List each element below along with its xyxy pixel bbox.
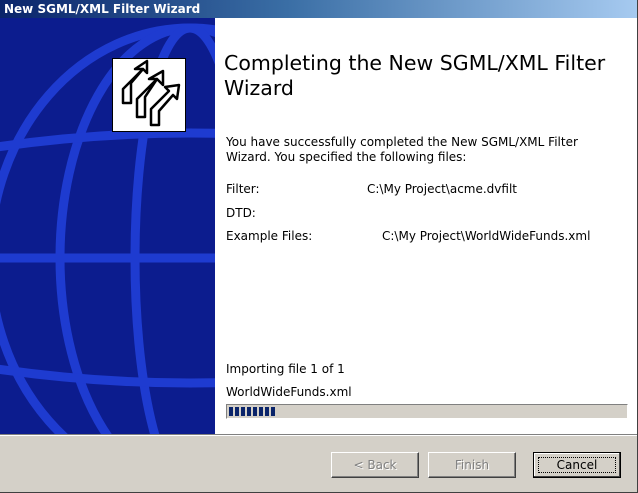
example-files-label: Example Files: <box>226 229 313 243</box>
title-bar[interactable]: New SGML/XML Filter Wizard <box>0 0 637 18</box>
back-button[interactable]: < Back <box>331 452 419 478</box>
cancel-button-label: Cancel <box>556 458 598 472</box>
progress-status: Importing file 1 of 1 <box>226 362 345 376</box>
example-files-path: C:\My Project\WorldWideFunds.xml <box>382 229 591 243</box>
finish-button[interactable]: Finish <box>428 452 516 478</box>
dtd-label: DTD: <box>226 206 256 220</box>
filter-path: C:\My Project\acme.dvfilt <box>367 182 517 196</box>
window-title: New SGML/XML Filter Wizard <box>4 2 201 16</box>
footer-separator <box>0 434 637 436</box>
wizard-window: New SGML/XML Filter Wizard Completing th… <box>0 0 638 493</box>
page-title: Completing the New SGML/XML Filter Wizar… <box>224 51 606 100</box>
finish-button-label: Finish <box>454 458 490 472</box>
wizard-banner <box>0 18 215 434</box>
content-panel: Completing the New SGML/XML Filter Wizar… <box>215 18 637 434</box>
filter-label: Filter: <box>226 182 260 196</box>
cancel-button[interactable]: Cancel <box>533 452 621 478</box>
wizard-arrows-icon <box>112 58 186 132</box>
progress-bar <box>226 404 628 419</box>
progress-filename: WorldWideFunds.xml <box>226 385 352 399</box>
intro-text: You have successfully completed the New … <box>226 135 578 164</box>
progress-fill <box>229 407 277 416</box>
back-button-label: < Back <box>353 458 397 472</box>
